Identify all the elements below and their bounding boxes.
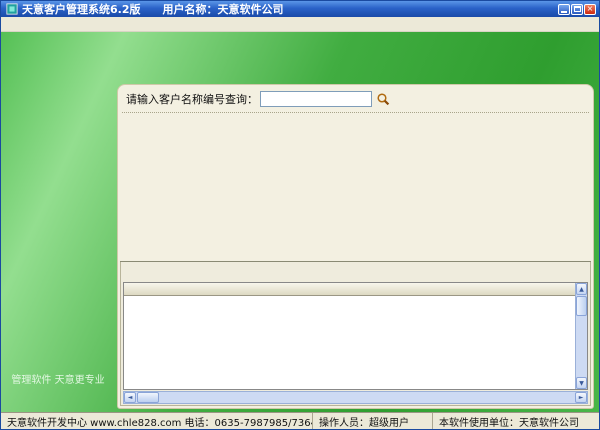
status-bar: 天意软件开发中心 www.chle828.com 电话：0635-7987985… xyxy=(1,412,599,429)
search-label: 请输入客户名称编号查询： xyxy=(126,91,258,107)
scroll-down-icon[interactable]: ▼ xyxy=(576,377,587,389)
scroll-right-icon[interactable]: ► xyxy=(575,392,587,403)
app-icon xyxy=(6,3,18,15)
minimize-button[interactable] xyxy=(558,4,570,15)
minimize-icon xyxy=(561,11,567,13)
window-title: 天意客户管理系统6.2版 xyxy=(22,1,141,17)
app-window: 天意客户管理系统6.2版 用户名称：天意软件公司 × 管理软件 天意更专业 请输… xyxy=(0,0,600,430)
close-button[interactable]: × xyxy=(584,4,596,15)
sidebar: 管理软件 天意更专业 xyxy=(1,81,115,412)
tab-content-panel: ▲ ▼ ◄ ► xyxy=(120,262,591,406)
status-company-info: 天意软件开发中心 www.chle828.com 电话：0635-7987985… xyxy=(1,413,313,429)
vertical-scroll-thumb[interactable] xyxy=(576,296,587,316)
window-controls: × xyxy=(558,4,596,15)
scroll-left-icon[interactable]: ◄ xyxy=(124,392,136,403)
maximize-icon xyxy=(574,6,581,12)
sidebar-footer-slogan: 管理软件 天意更专业 xyxy=(1,371,115,386)
customer-panel: 请输入客户名称编号查询： ▲ ▼ xyxy=(117,84,594,409)
status-operator: 操作人员：超级用户 xyxy=(313,413,433,429)
divider xyxy=(122,112,589,113)
title-bar: 天意客户管理系统6.2版 用户名称：天意软件公司 × xyxy=(1,1,599,17)
horizontal-scroll-thumb[interactable] xyxy=(137,392,159,403)
vertical-scrollbar[interactable]: ▲ ▼ xyxy=(575,283,587,389)
menu-bar xyxy=(1,17,599,32)
horizontal-scrollbar[interactable]: ◄ ► xyxy=(123,391,588,404)
customer-search-input[interactable] xyxy=(260,91,372,107)
search-icon[interactable] xyxy=(376,92,390,106)
table-header xyxy=(124,283,575,296)
record-toolbar xyxy=(123,263,588,281)
maximize-button[interactable] xyxy=(571,4,583,15)
main-area: 管理软件 天意更专业 请输入客户名称编号查询： xyxy=(1,32,599,412)
status-license-unit: 本软件使用单位：天意软件公司 xyxy=(433,413,599,429)
detail-tabs xyxy=(120,245,591,262)
scroll-up-icon[interactable]: ▲ xyxy=(576,283,587,295)
reminder-table: ▲ ▼ xyxy=(123,282,588,390)
window-user-label: 用户名称：天意软件公司 xyxy=(163,1,284,17)
search-row: 请输入客户名称编号查询： xyxy=(126,89,589,109)
